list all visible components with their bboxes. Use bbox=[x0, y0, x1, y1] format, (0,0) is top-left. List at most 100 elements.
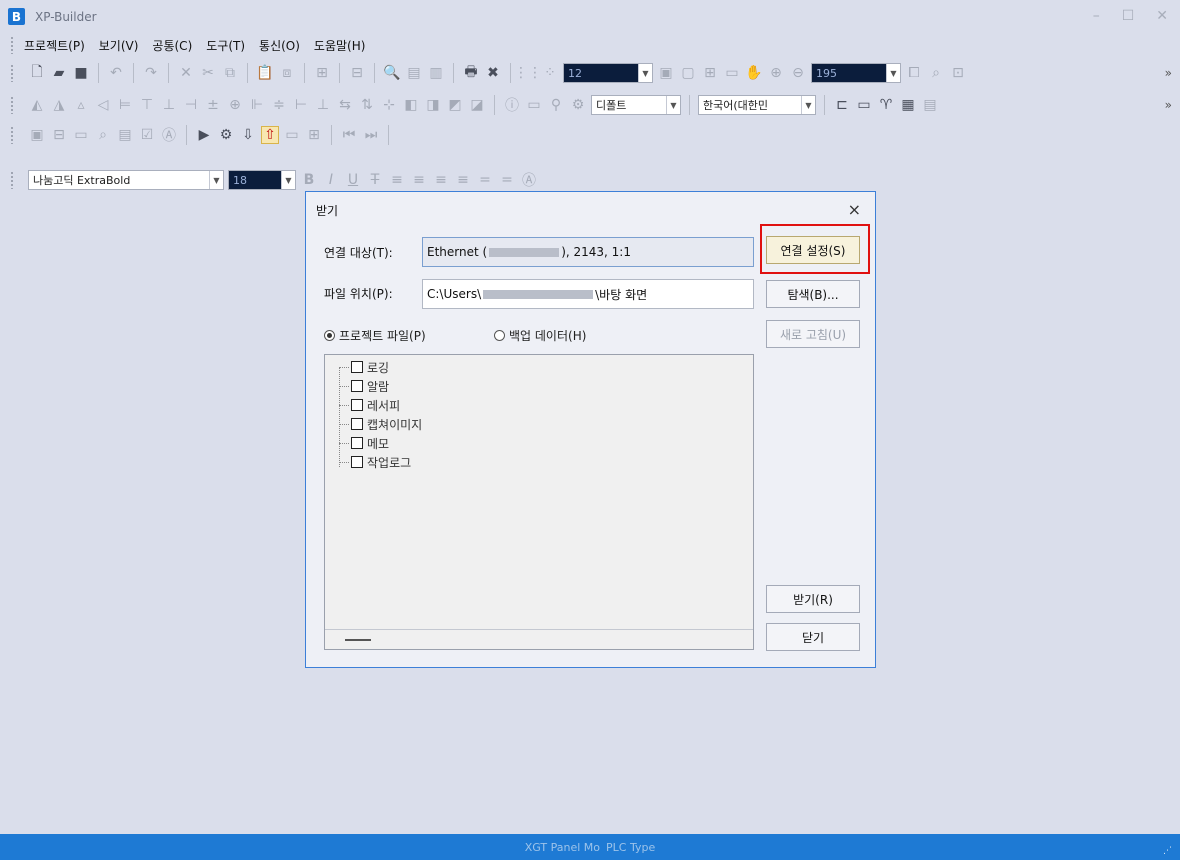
toolbar-overflow-icon[interactable]: » bbox=[1165, 66, 1172, 80]
menu-common[interactable]: 공통(C) bbox=[152, 37, 192, 54]
valign-top-icon[interactable]: ≡ bbox=[454, 171, 472, 189]
tree-item-memo[interactable]: 메모 bbox=[339, 433, 389, 453]
compile-icon[interactable]: ⚙ bbox=[217, 126, 235, 144]
flip-icon[interactable]: ◮ bbox=[50, 96, 68, 114]
align-left-icon[interactable]: ⊨ bbox=[116, 96, 134, 114]
chevron-down-icon[interactable]: ▼ bbox=[638, 64, 652, 82]
same-width-icon[interactable]: ⊢ bbox=[292, 96, 310, 114]
zoom-out-icon[interactable]: ⊖ bbox=[789, 64, 807, 82]
close-button[interactable]: 닫기 bbox=[766, 623, 860, 651]
send-back-icon[interactable]: ◨ bbox=[424, 96, 442, 114]
minimize-button[interactable]: – bbox=[1093, 8, 1100, 24]
center-page-icon[interactable]: ⊹ bbox=[380, 96, 398, 114]
print-icon[interactable]: 🖶 bbox=[462, 64, 480, 82]
font-combo[interactable]: 디폴트 ▼ bbox=[591, 95, 681, 115]
tree-item-work-log[interactable]: 작업로그 bbox=[339, 452, 411, 472]
same-size-icon[interactable]: ⇆ bbox=[336, 96, 354, 114]
document-icon[interactable]: ▤ bbox=[116, 126, 134, 144]
file-location-field[interactable]: C:\Users\ \바탕 화면 bbox=[422, 279, 754, 309]
menu-tools[interactable]: 도구(T) bbox=[206, 37, 245, 54]
bold-button[interactable]: B bbox=[300, 171, 318, 189]
redo-icon[interactable]: ↷ bbox=[142, 64, 160, 82]
toolbar-grip[interactable] bbox=[10, 64, 14, 82]
zoom-combo[interactable]: 195 ▼ bbox=[811, 63, 901, 83]
rotate-icon[interactable]: ◭ bbox=[28, 96, 46, 114]
tree-checkbox[interactable] bbox=[351, 456, 363, 468]
zoom-100-icon[interactable]: ⌕ bbox=[927, 64, 945, 82]
maximize-button[interactable]: ☐ bbox=[1122, 8, 1135, 24]
align-right-text-icon[interactable]: ≡ bbox=[432, 171, 450, 189]
radio-backup-indicator[interactable] bbox=[494, 330, 505, 341]
list-icon[interactable]: ▤ bbox=[921, 96, 939, 114]
radio-project-indicator[interactable] bbox=[324, 330, 335, 341]
radio-project-file[interactable]: 프로젝트 파일(P) bbox=[324, 327, 426, 344]
spacing-icon[interactable]: ⇅ bbox=[358, 96, 376, 114]
font-settings-icon[interactable]: ⚙ bbox=[569, 96, 587, 114]
tree-item-logging[interactable]: 로깅 bbox=[339, 357, 389, 377]
tree-checkbox[interactable] bbox=[351, 418, 363, 430]
font-size-combo[interactable]: 18 ▼ bbox=[228, 170, 296, 190]
last-icon[interactable]: ⏭ bbox=[362, 126, 380, 144]
menu-communication[interactable]: 통신(O) bbox=[259, 37, 300, 54]
monitor-icon[interactable]: ▭ bbox=[283, 126, 301, 144]
tree-checkbox[interactable] bbox=[351, 437, 363, 449]
menu-grip[interactable] bbox=[10, 36, 14, 54]
project-tree[interactable]: 로깅 알람 레서피 캡쳐이미지 메모 작업로그 bbox=[324, 354, 754, 650]
chevron-down-icon[interactable]: ▼ bbox=[801, 96, 815, 114]
grid-settings-icon[interactable]: ⁘ bbox=[541, 64, 559, 82]
strikethrough-button[interactable]: T bbox=[366, 171, 384, 189]
italic-button[interactable]: I bbox=[322, 171, 340, 189]
browse-button[interactable]: 탐색(B)... bbox=[766, 280, 860, 308]
numeric-icon[interactable]: ▦ bbox=[899, 96, 917, 114]
menu-help[interactable]: 도움말(H) bbox=[314, 37, 366, 54]
help-cursor-icon[interactable]: ✖ bbox=[484, 64, 502, 82]
menu-project[interactable]: 프로젝트(P) bbox=[24, 37, 85, 54]
paste-icon[interactable]: 📋 bbox=[256, 64, 274, 82]
radio-backup-data[interactable]: 백업 데이터(H) bbox=[494, 327, 586, 344]
screen-list-icon[interactable]: ▥ bbox=[427, 64, 445, 82]
underline-button[interactable]: U bbox=[344, 171, 362, 189]
align-top-icon[interactable]: ⊤ bbox=[138, 96, 156, 114]
close-window-button[interactable]: ✕ bbox=[1156, 8, 1168, 24]
run-icon[interactable]: ▶ bbox=[195, 126, 213, 144]
delete-icon[interactable]: ✕ bbox=[177, 64, 195, 82]
find-icon[interactable]: 🔍 bbox=[383, 64, 401, 82]
copy-icon[interactable]: ⧉ bbox=[221, 64, 239, 82]
zoom-fit-icon[interactable]: ⧠ bbox=[905, 64, 923, 82]
tag-icon[interactable]: ♈ bbox=[877, 96, 895, 114]
download-icon[interactable]: ⇩ bbox=[239, 126, 257, 144]
align-center-icon[interactable]: ± bbox=[204, 96, 222, 114]
close-icon[interactable]: × bbox=[848, 200, 861, 219]
hand-icon[interactable]: ✋ bbox=[745, 64, 763, 82]
tree-item-alarm[interactable]: 알람 bbox=[339, 376, 389, 396]
new-file-icon[interactable]: 🗋 bbox=[28, 64, 46, 82]
menu-view[interactable]: 보기(V) bbox=[99, 37, 139, 54]
window-icon[interactable]: ▭ bbox=[855, 96, 873, 114]
text-a-icon[interactable]: Ⓐ bbox=[160, 126, 178, 144]
save-icon[interactable]: ■ bbox=[72, 64, 90, 82]
chevron-down-icon[interactable]: ▼ bbox=[209, 171, 223, 189]
ungroup-icon[interactable]: ⊟ bbox=[348, 64, 366, 82]
tree-checkbox[interactable] bbox=[351, 399, 363, 411]
resize-grip-icon[interactable]: ⋰ bbox=[1163, 846, 1172, 856]
object-list-icon[interactable]: ⊟ bbox=[50, 126, 68, 144]
refresh-button[interactable]: 새로 고침(U) bbox=[766, 320, 860, 348]
tree-item-recipe[interactable]: 레서피 bbox=[339, 395, 400, 415]
open-folder-icon[interactable]: ▰ bbox=[50, 64, 68, 82]
ruler-icon[interactable]: ▭ bbox=[723, 64, 741, 82]
connection-settings-button[interactable]: 연결 설정(S) bbox=[766, 236, 860, 264]
screen-capture-icon[interactable]: ▭ bbox=[72, 126, 90, 144]
same-height-icon[interactable]: ⊥ bbox=[314, 96, 332, 114]
id-icon[interactable]: ⓘ bbox=[503, 96, 521, 114]
paste-special-icon[interactable]: ⧈ bbox=[278, 64, 296, 82]
chevron-down-icon[interactable]: ▼ bbox=[281, 171, 295, 189]
valign-middle-icon[interactable]: = bbox=[476, 171, 494, 189]
object-icon[interactable]: ▣ bbox=[28, 126, 46, 144]
bring-front-icon[interactable]: ◧ bbox=[402, 96, 420, 114]
font-name-combo[interactable]: 나눔고딕 ExtraBold ▼ bbox=[28, 170, 224, 190]
grid-size-combo[interactable]: 12 ▼ bbox=[563, 63, 653, 83]
text-lang-icon[interactable]: ⚲ bbox=[547, 96, 565, 114]
chevron-down-icon[interactable]: ▼ bbox=[886, 64, 900, 82]
align-left-text-icon[interactable]: ≡ bbox=[388, 171, 406, 189]
toolbar-grip[interactable] bbox=[10, 171, 14, 189]
